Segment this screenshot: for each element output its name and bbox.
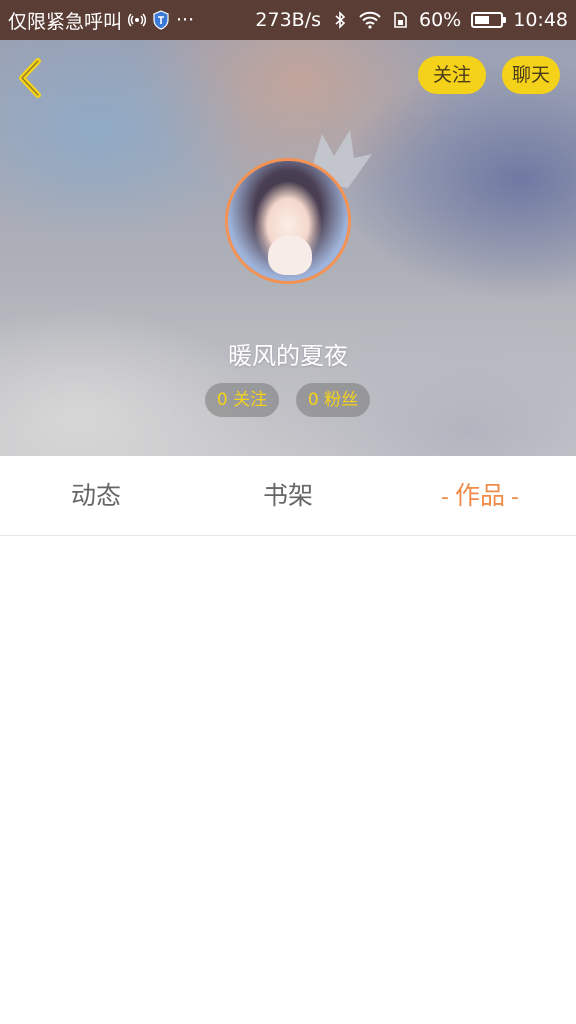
username: 暖风的夏夜	[228, 342, 348, 370]
chat-button[interactable]: 聊天	[502, 56, 560, 94]
wifi-icon	[359, 11, 381, 29]
carrier-text: 仅限紧急呼叫	[8, 10, 123, 33]
active-tab-indicator-left: -	[441, 485, 449, 510]
shield-icon	[153, 10, 169, 30]
follow-button[interactable]: 关注	[418, 56, 486, 94]
hotspot-icon	[128, 13, 147, 27]
fans-count[interactable]: 0 粉丝	[296, 383, 370, 417]
bluetooth-icon	[335, 11, 346, 29]
following-count[interactable]: 0 关注	[205, 383, 279, 417]
tab-works-label: 作品	[454, 481, 505, 510]
battery-fill	[475, 16, 490, 24]
clock: 10:48	[513, 9, 568, 31]
avatar-image-detail	[268, 235, 312, 275]
status-right: 273B/s 60% 10:48	[255, 9, 568, 31]
sim-card-icon	[394, 12, 407, 28]
battery-icon	[471, 12, 507, 28]
tab-works[interactable]: - 作品 -	[384, 456, 576, 535]
network-speed: 273B/s	[255, 9, 321, 31]
tab-bookshelf[interactable]: 书架	[192, 456, 384, 535]
status-left: 仅限紧急呼叫 ···	[8, 7, 194, 34]
profile-header: 关注 聊天 暖风的夏夜 0 关注 0 粉丝	[0, 40, 576, 456]
tab-activity-label: 动态	[70, 481, 121, 510]
profile-tabs: 动态 书架 - 作品 -	[0, 456, 576, 536]
avatar[interactable]	[225, 158, 351, 284]
works-content-area	[0, 536, 576, 1024]
battery-percent: 60%	[419, 9, 462, 31]
tab-activity[interactable]: 动态	[0, 456, 192, 535]
more-notifications-icon: ···	[176, 9, 195, 31]
back-arrow-icon[interactable]	[14, 56, 48, 100]
tab-bookshelf-label: 书架	[262, 481, 313, 510]
active-tab-indicator-right: -	[511, 485, 519, 510]
status-bar: 仅限紧急呼叫 ··· 273B/s 60% 10:48	[0, 0, 576, 40]
